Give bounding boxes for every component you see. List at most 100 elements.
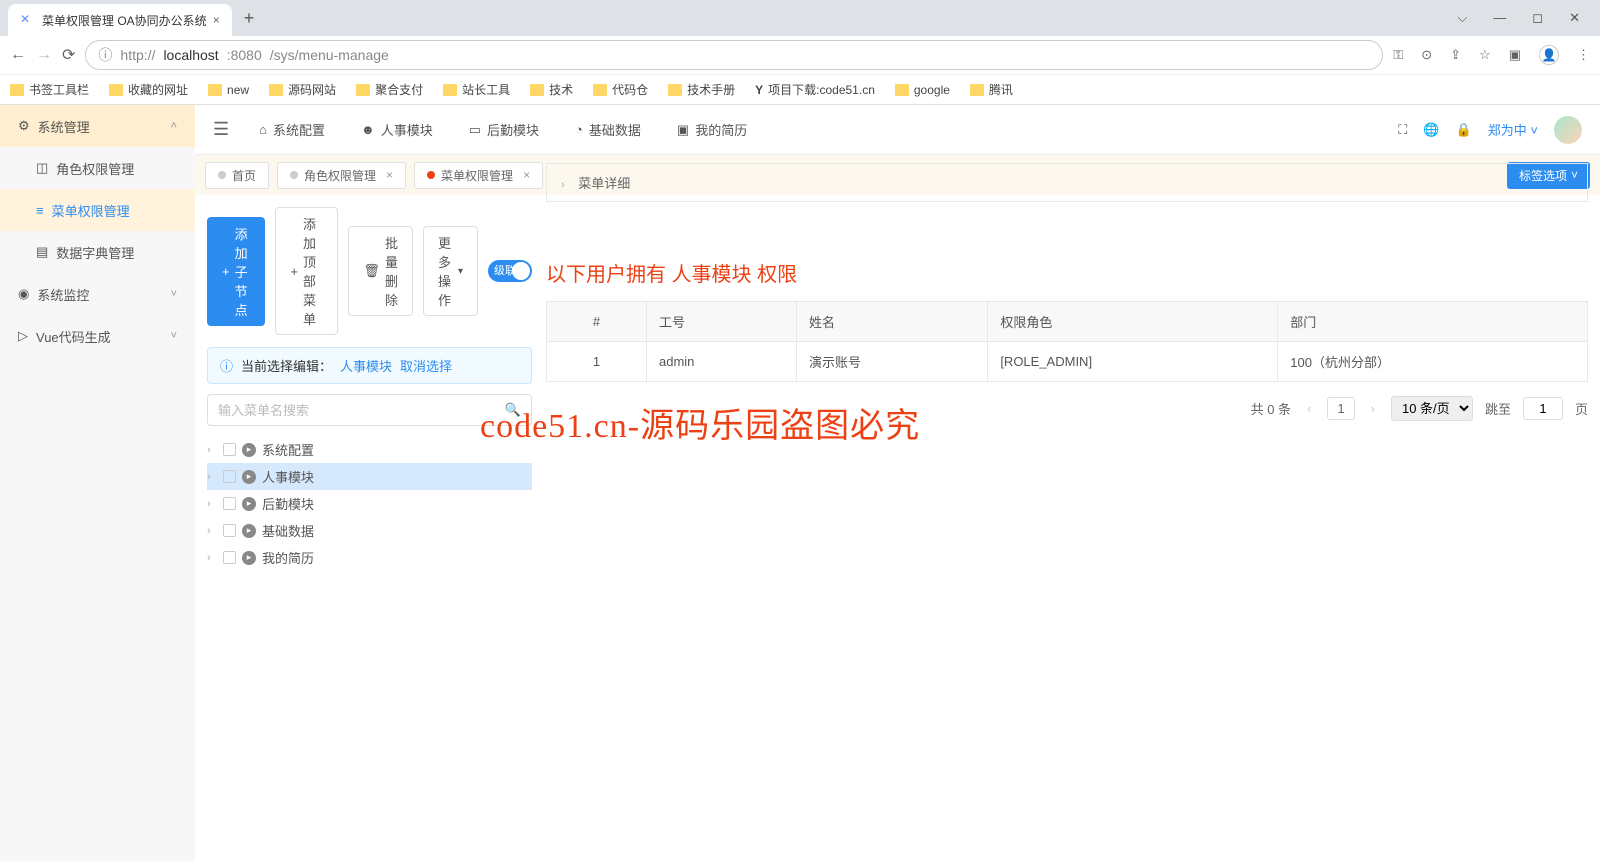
expand-icon[interactable]: › [207, 471, 217, 483]
key-icon[interactable]: ⚿ [1393, 47, 1403, 63]
fullscreen-icon[interactable]: ⛶ [1398, 122, 1407, 138]
tree-node[interactable]: ›▸系统配置 [207, 436, 532, 463]
selection-info-bar: ⓘ 当前选择编辑： 人事模块 取消选择 [207, 347, 532, 384]
expand-icon[interactable]: › [207, 552, 217, 564]
page-tab-menu[interactable]: 菜单权限管理× [414, 162, 543, 189]
sidebar-item-dict-manage[interactable]: ▤数据字典管理 [0, 231, 195, 273]
menu-search-box[interactable]: 🔍 [207, 394, 532, 426]
lock-icon[interactable]: 🔒 [1456, 122, 1472, 138]
pagination: 共 0 条 ‹ 1 › 10 条/页 跳至 页 [546, 396, 1588, 421]
expand-icon[interactable]: › [207, 444, 217, 456]
search-nav-icon[interactable]: ⊙ [1421, 47, 1432, 63]
back-button[interactable]: ← [10, 46, 26, 64]
url-path: /sys/menu-manage [270, 47, 389, 63]
topnav-logistics[interactable]: ▭后勤模块 [469, 120, 539, 139]
extensions-icon[interactable]: ▣ [1509, 47, 1521, 63]
url-prefix: http:// [120, 47, 155, 63]
site-info-icon[interactable]: ⓘ [98, 45, 112, 65]
dropdown-icon[interactable]: ⌵ [1457, 10, 1467, 26]
topnav-resume[interactable]: ▣我的简历 [677, 120, 747, 139]
cascade-toggle[interactable]: 级联 [488, 260, 532, 282]
sidebar-group-system-monitor[interactable]: ◉ 系统监控 ˅ [0, 273, 195, 315]
expand-icon[interactable]: › [207, 498, 217, 510]
sidebar-item-role-manage[interactable]: ◫角色权限管理 [0, 147, 195, 189]
url-bar[interactable]: ⓘ http://localhost:8080/sys/menu-manage [85, 40, 1383, 70]
add-child-button[interactable]: +添加子节点 [207, 217, 265, 326]
pager-size-select[interactable]: 10 条/页 [1391, 396, 1473, 421]
pager-jump-input[interactable] [1523, 397, 1563, 420]
checkbox[interactable] [223, 524, 236, 537]
star-icon[interactable]: ☆ [1479, 47, 1491, 63]
sidebar-group-system-manage[interactable]: ⚙ 系统管理 ˄ [0, 105, 195, 147]
maximize-icon[interactable]: ◻ [1532, 10, 1543, 26]
bookmark-item[interactable]: 书签工具栏 [10, 81, 89, 98]
bookmark-item[interactable]: 代码仓 [593, 81, 648, 98]
folder-icon [668, 84, 682, 96]
folder-icon [530, 84, 544, 96]
table-row[interactable]: 1 admin 演示账号 [ROLE_ADMIN] 100（杭州分部） [547, 342, 1588, 382]
content-area: +添加子节点 +添加顶部菜单 🗑批量删除 更多操作▾ 级联 ⓘ 当前选择编辑： … [195, 195, 1600, 861]
hamburger-icon[interactable]: ☰ [213, 119, 229, 140]
tree-node[interactable]: ›▸后勤模块 [207, 490, 532, 517]
reload-button[interactable]: ⟳ [62, 45, 75, 65]
checkbox[interactable] [223, 497, 236, 510]
detail-panel-header[interactable]: › 菜单详细 [546, 163, 1588, 202]
checkbox[interactable] [223, 470, 236, 483]
globe-icon[interactable]: 🌐 [1423, 122, 1439, 138]
new-tab-button[interactable]: + [244, 8, 255, 29]
bookmark-item[interactable]: new [208, 83, 249, 97]
chevron-down-icon: ˅ [171, 330, 177, 342]
bookmark-item[interactable]: 技术手册 [668, 81, 735, 98]
expand-icon[interactable]: › [207, 525, 217, 537]
bulk-delete-button[interactable]: 🗑批量删除 [348, 226, 413, 316]
tab-close-icon[interactable]: × [523, 168, 530, 182]
checkbox[interactable] [223, 443, 236, 456]
page-tab-role[interactable]: 角色权限管理× [277, 162, 406, 189]
sidebar-group-vue-codegen[interactable]: ▷ Vue代码生成 ˅ [0, 315, 195, 357]
bookmark-item[interactable]: 技术 [530, 81, 573, 98]
tree-node[interactable]: ›▸人事模块 [207, 463, 532, 490]
profile-icon[interactable]: 👤 [1539, 45, 1559, 65]
topnav-hr[interactable]: ☻人事模块 [361, 120, 433, 139]
pager-prev[interactable]: ‹ [1303, 401, 1315, 416]
bookmark-item[interactable]: Y项目下载:code51.cn [755, 81, 875, 98]
folder-icon [970, 84, 984, 96]
tree-node[interactable]: ›▸基础数据 [207, 517, 532, 544]
info-prefix: 当前选择编辑： [241, 356, 332, 375]
bookmark-item[interactable]: 收藏的网址 [109, 81, 188, 98]
folder-icon [443, 84, 457, 96]
search-input[interactable] [218, 403, 505, 418]
close-window-icon[interactable]: ✕ [1569, 10, 1580, 26]
action-row: +添加子节点 +添加顶部菜单 🗑批量删除 更多操作▾ 级联 [207, 207, 532, 335]
menu-icon[interactable]: ⋮ [1577, 47, 1590, 63]
info-selected[interactable]: 人事模块 [340, 356, 392, 375]
forward-button[interactable]: → [36, 46, 52, 64]
sidebar-item-menu-manage[interactable]: ≡菜单权限管理 [0, 189, 195, 231]
username-dropdown[interactable]: 郑为中 ˅ [1488, 120, 1538, 139]
pager-jump-label: 跳至 [1485, 399, 1511, 418]
add-top-button[interactable]: +添加顶部菜单 [275, 207, 338, 335]
avatar[interactable] [1554, 116, 1582, 144]
page-tab-home[interactable]: 首页 [205, 162, 269, 189]
topnav-basedata[interactable]: ◔基础数据 [575, 120, 641, 139]
more-actions-button[interactable]: 更多操作▾ [423, 226, 478, 316]
minimize-icon[interactable]: — [1493, 10, 1506, 26]
bookmark-item[interactable]: 腾讯 [970, 81, 1013, 98]
search-icon[interactable]: 🔍 [505, 402, 521, 418]
bookmark-item[interactable]: google [895, 83, 950, 97]
pager-next[interactable]: › [1367, 401, 1379, 416]
bookmark-item[interactable]: 站长工具 [443, 81, 510, 98]
tab-close-icon[interactable]: × [386, 168, 393, 182]
tree-node[interactable]: ›▸我的简历 [207, 544, 532, 571]
col-role: 权限角色 [988, 302, 1278, 342]
checkbox[interactable] [223, 551, 236, 564]
pager-page[interactable]: 1 [1327, 397, 1354, 420]
cancel-selection-link[interactable]: 取消选择 [400, 356, 452, 375]
share-icon[interactable]: ⇪ [1450, 47, 1461, 63]
bookmark-item[interactable]: 源码网站 [269, 81, 336, 98]
browser-tab[interactable]: ✕ 菜单权限管理 OA协同办公系统 × [8, 4, 232, 36]
bookmark-item[interactable]: 聚合支付 [356, 81, 423, 98]
tab-close-icon[interactable]: × [213, 13, 220, 27]
nav-right-icons: ⚿ ⊙ ⇪ ☆ ▣ 👤 ⋮ [1393, 45, 1590, 65]
topnav-system-config[interactable]: ⌂系统配置 [259, 120, 325, 139]
